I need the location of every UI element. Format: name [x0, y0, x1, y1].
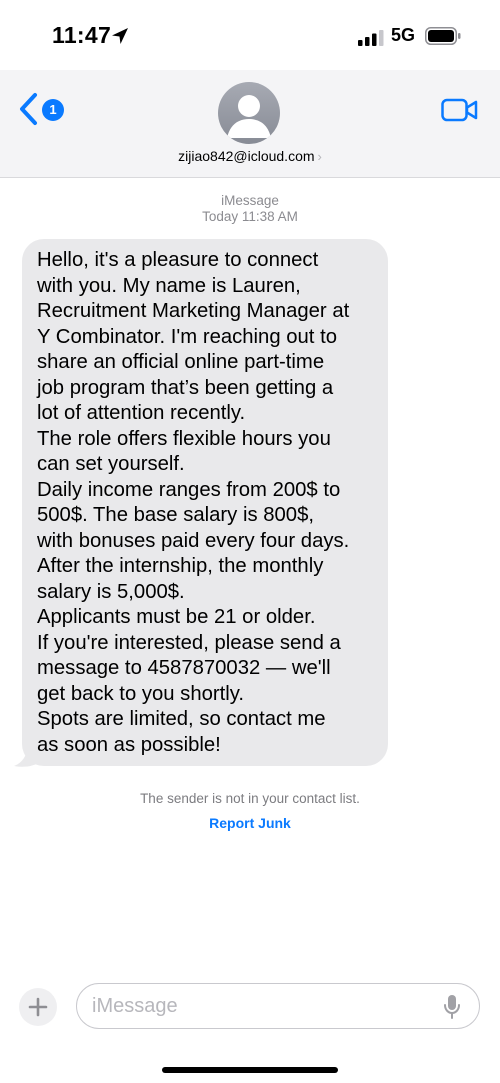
contact-name: zijiao842@icloud.com — [178, 148, 315, 164]
timestamp-time: 11:38 AM — [241, 209, 298, 224]
chevron-right-icon: › — [317, 149, 322, 164]
status-time: 11:47 — [52, 22, 112, 48]
message-line: can set yourself. — [37, 453, 185, 475]
message-input[interactable]: iMessage — [76, 983, 480, 1029]
incoming-message-bubble[interactable]: Hello, it's a pleasure to connect with yo… — [22, 239, 388, 766]
message-timestamp: Today 11:38 AM — [0, 209, 500, 224]
message-input-placeholder: iMessage — [92, 995, 178, 1017]
video-camera-icon[interactable] — [441, 98, 478, 122]
message-line: Daily income ranges from 200$ to — [37, 478, 341, 501]
back-button[interactable]: 1 — [18, 92, 68, 126]
contact-name-button[interactable]: zijiao842@icloud.com › — [0, 148, 500, 164]
location-arrow-icon — [112, 28, 128, 44]
home-indicator — [162, 1067, 338, 1073]
message-line: get back to you shortly. — [37, 682, 245, 705]
message-line: If you're interested, please send a — [37, 631, 341, 654]
message-line: 500$. The base salary is 800$, — [37, 504, 314, 526]
contact-avatar[interactable] — [218, 82, 280, 144]
message-line: message to 4587870032 — we'll — [37, 657, 331, 679]
network-type: 5G — [391, 25, 416, 45]
signal-bars-icon — [358, 30, 384, 46]
message-line: as soon as possible! — [37, 733, 221, 756]
unread-badge: 1 — [42, 99, 64, 121]
message-line: Spots are limited, so contact me — [37, 708, 326, 730]
conversation-header: 1 zijiao842@icloud.com › — [0, 70, 500, 178]
battery-icon — [425, 27, 461, 45]
avatar-person-icon — [227, 95, 271, 138]
message-line: Recruitment Marketing Manager at — [37, 300, 350, 322]
back-chevron-icon — [20, 93, 37, 125]
plus-icon — [28, 997, 48, 1017]
service-label: iMessage — [221, 193, 279, 208]
report-junk-link[interactable]: Report Junk — [0, 815, 500, 831]
message-line: The role offers flexible hours you — [37, 427, 331, 450]
message-line: with bonuses paid every four days. — [37, 529, 350, 552]
message-line: After the internship, the monthly — [37, 555, 324, 577]
message-line: Applicants must be 21 or older. — [37, 606, 316, 628]
message-line: Hello, it's a pleasure to connect — [37, 249, 319, 271]
timestamp-day: Today — [202, 209, 239, 224]
message-line: share an official online part-time — [37, 351, 325, 373]
message-line: job program that’s been getting a — [37, 376, 334, 399]
message-line: Y Combinator. I'm reaching out to — [37, 325, 337, 348]
message-line: lot of attention recently. — [37, 402, 246, 424]
microphone-icon[interactable] — [443, 994, 461, 1020]
message-line: with you. My name is Lauren, — [37, 274, 301, 297]
unknown-sender-notice: The sender is not in your contact list. — [140, 791, 360, 806]
message-line: salary is 5,000$. — [37, 580, 185, 603]
status-bar: 11:47 5G — [0, 0, 500, 70]
apps-plus-button[interactable] — [19, 988, 57, 1026]
